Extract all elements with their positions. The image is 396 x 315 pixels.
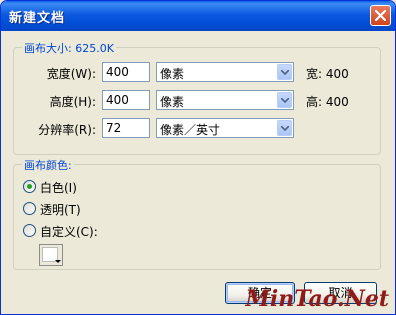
height-unit-value: 像素: [160, 95, 185, 109]
resolution-value: 72: [106, 121, 122, 135]
chevron-down-icon: [281, 70, 289, 75]
radio-button-transparent[interactable]: [23, 202, 36, 215]
watermark: MinTao.Net: [245, 286, 389, 312]
height-unit-select[interactable]: 像素: [156, 90, 294, 110]
radio-selected-dot: [27, 184, 32, 189]
canvas-color-title: 画布颜色:: [22, 157, 74, 173]
chevron-down-icon: [281, 98, 289, 103]
width-input[interactable]: 400: [102, 62, 150, 82]
radio-transparent-label: 透明(T): [40, 203, 81, 217]
width-label: 宽度(W):: [46, 67, 96, 81]
height-input[interactable]: 400: [102, 90, 150, 110]
width-unit-dropdown-button[interactable]: [277, 64, 292, 80]
resolution-unit-dropdown-button[interactable]: [277, 120, 292, 136]
radio-button-white[interactable]: [23, 180, 36, 193]
height-label: 高度(H):: [49, 95, 96, 109]
resolution-input[interactable]: 72: [102, 118, 150, 138]
height-unit-dropdown-button[interactable]: [277, 92, 292, 108]
radio-button-custom[interactable]: [23, 224, 36, 237]
width-value: 400: [106, 65, 129, 79]
window-title: 新建文档: [9, 11, 66, 26]
width-unit-select[interactable]: 像素: [156, 62, 294, 82]
radio-white-label: 白色(I): [40, 181, 77, 195]
title-bar[interactable]: 新建文档: [1, 1, 395, 31]
resolution-label: 分辨率(R):: [38, 123, 96, 137]
resolution-unit-select[interactable]: 像素／英寸: [156, 118, 294, 138]
chevron-down-icon: [55, 260, 61, 263]
close-button[interactable]: [370, 5, 391, 26]
width-info: 宽: 400: [306, 67, 349, 81]
new-document-dialog: 新建文档 画布大小: 625.0K 宽度(W): 400 像素 宽: 400 高…: [0, 0, 396, 315]
resolution-unit-value: 像素／英寸: [160, 123, 221, 137]
height-info: 高: 400: [306, 95, 349, 109]
canvas-size-title: 画布大小: 625.0K: [22, 40, 116, 56]
height-value: 400: [106, 93, 129, 107]
custom-color-picker[interactable]: [39, 244, 63, 266]
width-unit-value: 像素: [160, 67, 185, 81]
radio-custom-label: 自定义(C):: [40, 225, 98, 239]
close-icon: [375, 10, 386, 21]
chevron-down-icon: [281, 126, 289, 131]
